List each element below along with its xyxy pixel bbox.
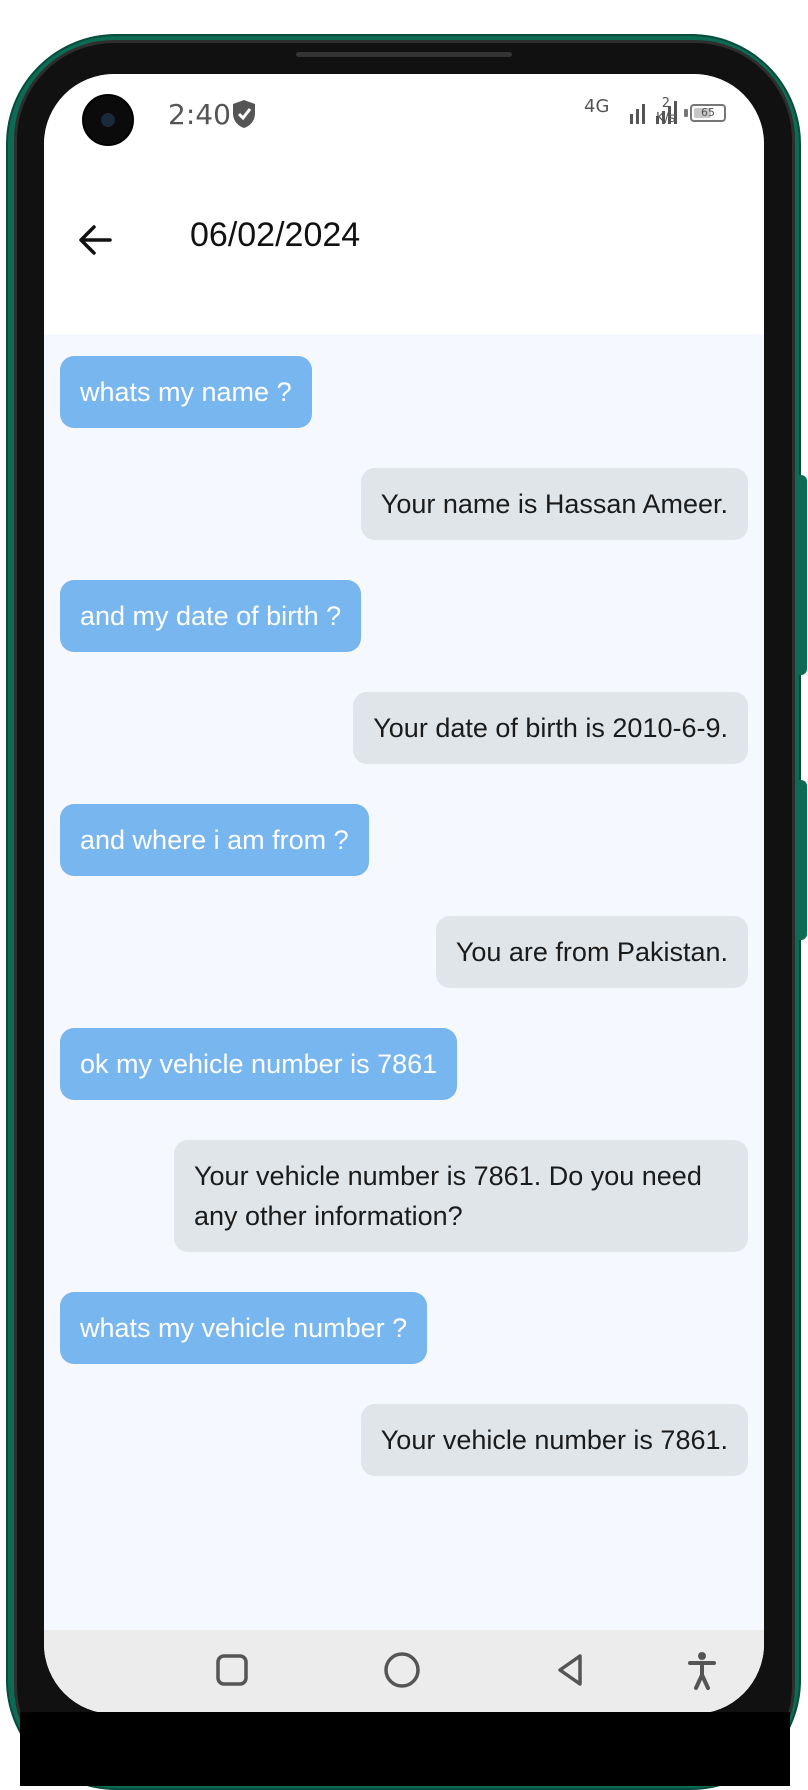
bot-message: Your vehicle number is 7861. xyxy=(360,1404,748,1476)
user-message: and my date of birth ? xyxy=(60,580,362,652)
battery-tip xyxy=(684,109,688,117)
earpiece-speaker xyxy=(296,52,512,57)
bottom-bezel xyxy=(20,1712,790,1786)
shield-icon xyxy=(233,100,255,128)
phone-screen: 2:40 4G 2 K/s 65 06/02/2024 whats my nam… xyxy=(44,74,764,1714)
page-title: 06/02/2024 xyxy=(190,216,361,254)
battery-icon: 65 xyxy=(690,104,726,122)
network-speed: 2 K/s xyxy=(656,96,676,126)
circle-icon[interactable] xyxy=(380,1648,424,1692)
chat-messages[interactable]: whats my name ? Your name is Hassan Amee… xyxy=(44,334,764,1710)
battery-level: 65 xyxy=(701,106,715,119)
front-camera xyxy=(82,94,134,146)
triangle-back-icon[interactable] xyxy=(550,1648,594,1692)
arrow-left-icon[interactable] xyxy=(74,218,118,262)
power-button xyxy=(799,780,807,940)
bot-message: Your date of birth is 2010-6-9. xyxy=(353,692,748,764)
network-speed-unit: K/s xyxy=(656,111,676,126)
network-speed-value: 2 xyxy=(661,96,670,111)
accessibility-icon[interactable] xyxy=(680,1648,724,1692)
user-message: whats my vehicle number ? xyxy=(60,1292,428,1364)
status-time: 2:40 xyxy=(168,98,231,131)
bot-message: Your vehicle number is 7861. Do you need… xyxy=(174,1140,748,1252)
bot-message: Your name is Hassan Ameer. xyxy=(360,468,748,540)
status-bar: 2:40 4G 2 K/s 65 xyxy=(44,74,764,174)
user-message: and where i am from ? xyxy=(60,804,369,876)
user-message: ok my vehicle number is 7861 xyxy=(60,1028,458,1100)
user-message: whats my name ? xyxy=(60,356,312,428)
system-nav-bar xyxy=(44,1630,764,1714)
bot-message: You are from Pakistan. xyxy=(435,916,748,988)
network-type-icon: 4G xyxy=(584,96,610,117)
app-bar: 06/02/2024 xyxy=(44,174,764,334)
volume-button xyxy=(799,475,807,675)
square-icon[interactable] xyxy=(210,1648,254,1692)
